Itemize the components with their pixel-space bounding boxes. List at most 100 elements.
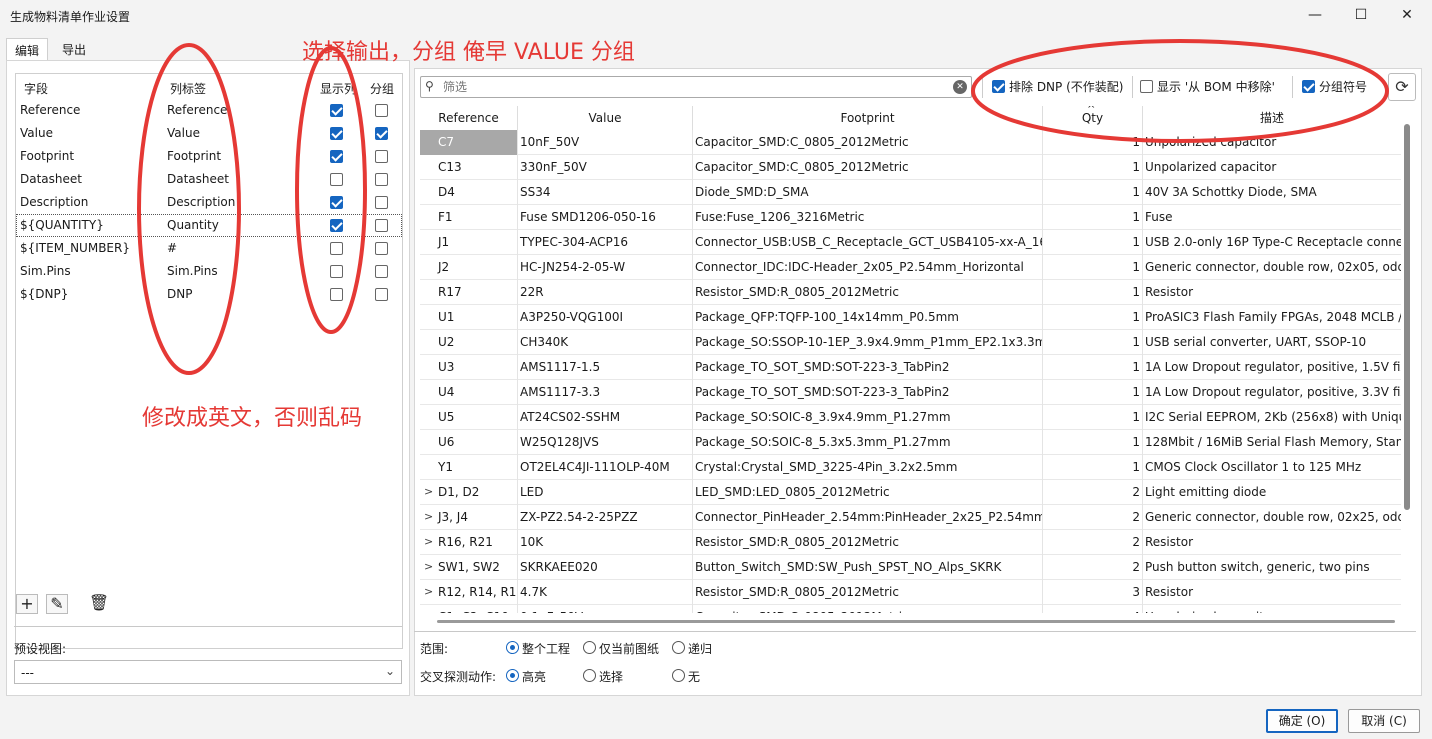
field-label[interactable]: Quantity xyxy=(167,218,219,232)
cancel-button[interactable]: 取消 (C) xyxy=(1348,709,1420,733)
col-reference[interactable]: Reference xyxy=(420,106,518,130)
cross-probe-none-label[interactable]: 无 xyxy=(688,668,700,685)
cell-footprint[interactable]: Package_SO:SOIC-8_5.3x5.3mm_P1.27mm xyxy=(693,430,1043,455)
show-column-checkbox[interactable] xyxy=(330,265,343,278)
field-row[interactable]: Sim.Pins Sim.Pins xyxy=(16,260,402,283)
group-by-checkbox[interactable] xyxy=(375,265,388,278)
cell-footprint[interactable]: Diode_SMD:D_SMA xyxy=(693,180,1043,205)
group-by-checkbox[interactable] xyxy=(375,196,388,209)
cell-reference[interactable]: > C1, C2, C10, C11 xyxy=(420,605,518,613)
header-show-column[interactable]: 显示列 xyxy=(320,80,356,97)
cell-footprint[interactable]: Package_SO:SOIC-8_3.9x4.9mm_P1.27mm xyxy=(693,405,1043,430)
scope-current-sheet-radio[interactable] xyxy=(583,641,596,654)
scope-recursive-label[interactable]: 递归 xyxy=(688,640,712,657)
tab-edit[interactable]: 编辑 xyxy=(6,38,49,61)
cell-description[interactable]: Unpolarized capacitor xyxy=(1143,155,1401,180)
cell-reference[interactable]: U6 xyxy=(420,430,518,455)
field-label[interactable]: # xyxy=(167,241,177,255)
cell-description[interactable]: Unpolarized capacitor xyxy=(1143,605,1401,613)
table-row[interactable]: > R12, R14, R15 4.7K Resistor_SMD:R_0805_20… xyxy=(420,580,1401,605)
show-column-checkbox[interactable] xyxy=(330,219,343,232)
table-row[interactable]: D4 SS34 Diode_SMD:D_SMA 1 40V 3A Schottky Di… xyxy=(420,180,1401,205)
table-row[interactable]: > SW1, SW2 SKRKAEE020 Button_Switch_SMD:SW_… xyxy=(420,555,1401,580)
col-qty[interactable]: ^ Qty xyxy=(1043,106,1143,130)
ok-button[interactable]: 确定 (O) xyxy=(1266,709,1338,733)
group-symbols-option[interactable]: 分组符号 xyxy=(1302,78,1367,95)
cell-qty[interactable]: 2 xyxy=(1043,480,1143,505)
cell-value[interactable]: 330nF_50V xyxy=(518,155,693,180)
cell-footprint[interactable]: Connector_PinHeader_2.54mm:PinHeader_2x2… xyxy=(693,505,1043,530)
show-column-checkbox[interactable] xyxy=(330,288,343,301)
delete-icon[interactable]: 🗑 xyxy=(88,594,110,614)
cell-footprint[interactable]: Capacitor_SMD:C_0805_2012Metric xyxy=(693,155,1043,180)
field-label[interactable]: Datasheet xyxy=(167,172,229,186)
cell-footprint[interactable]: Package_QFP:TQFP-100_14x14mm_P0.5mm xyxy=(693,305,1043,330)
cell-description[interactable]: Light emitting diode xyxy=(1143,480,1401,505)
expand-icon[interactable]: > xyxy=(424,580,433,604)
cell-footprint[interactable]: Capacitor_SMD:C_0805_2012Metric xyxy=(693,605,1043,613)
cell-reference[interactable]: C13 xyxy=(420,155,518,180)
cell-reference[interactable]: J2 xyxy=(420,255,518,280)
expand-icon[interactable]: > xyxy=(424,480,433,504)
field-row[interactable]: Reference Reference xyxy=(16,99,402,122)
cell-reference[interactable]: F1 xyxy=(420,205,518,230)
cell-qty[interactable]: 2 xyxy=(1043,555,1143,580)
cell-value[interactable]: 4.7K xyxy=(518,580,693,605)
cell-footprint[interactable]: LED_SMD:LED_0805_2012Metric xyxy=(693,480,1043,505)
cell-reference[interactable]: J1 xyxy=(420,230,518,255)
cell-description[interactable]: ProASIC3 Flash Family FPGAs, 2048 MCLB /… xyxy=(1143,305,1401,330)
cross-probe-select-label[interactable]: 选择 xyxy=(599,668,623,685)
col-value[interactable]: Value xyxy=(518,106,693,130)
expand-icon[interactable]: > xyxy=(424,530,433,554)
field-label[interactable]: Sim.Pins xyxy=(167,264,218,278)
cell-description[interactable]: USB serial converter, UART, SSOP-10 xyxy=(1143,330,1401,355)
cross-probe-highlight-radio[interactable] xyxy=(506,669,519,682)
cell-value[interactable]: ZX-PZ2.54-2-25PZZ xyxy=(518,505,693,530)
show-removed-checkbox[interactable] xyxy=(1140,80,1153,93)
cell-qty[interactable]: 2 xyxy=(1043,530,1143,555)
show-column-checkbox[interactable] xyxy=(330,196,343,209)
cell-footprint[interactable]: Resistor_SMD:R_0805_2012Metric xyxy=(693,280,1043,305)
cell-qty[interactable]: 1 xyxy=(1043,355,1143,380)
cell-value[interactable]: AT24CS02-SSHM xyxy=(518,405,693,430)
table-row[interactable]: > C1, C2, C10, C110.1uF_50V Capacitor_SMD:… xyxy=(420,605,1401,613)
cell-qty[interactable]: 1 xyxy=(1043,305,1143,330)
cell-footprint[interactable]: Crystal:Crystal_SMD_3225-4Pin_3.2x2.5mm xyxy=(693,455,1043,480)
show-column-checkbox[interactable] xyxy=(330,242,343,255)
field-row[interactable]: Value Value xyxy=(16,122,402,145)
cell-footprint[interactable]: Capacitor_SMD:C_0805_2012Metric xyxy=(693,130,1043,155)
cell-value[interactable]: SKRKAEE020 xyxy=(518,555,693,580)
cell-reference[interactable]: U2 xyxy=(420,330,518,355)
cell-qty[interactable]: 1 xyxy=(1043,330,1143,355)
cross-probe-select-radio[interactable] xyxy=(583,669,596,682)
cell-qty[interactable]: 1 xyxy=(1043,280,1143,305)
cell-reference[interactable]: Y1 xyxy=(420,455,518,480)
cell-value[interactable]: LED xyxy=(518,480,693,505)
group-by-checkbox[interactable] xyxy=(375,219,388,232)
group-by-checkbox[interactable] xyxy=(375,127,388,140)
group-symbols-checkbox[interactable] xyxy=(1302,80,1315,93)
table-row[interactable]: J2 HC-JN254-2-05-W Connector_IDC:IDC-Heade… xyxy=(420,255,1401,280)
scope-whole-project-radio[interactable] xyxy=(506,641,519,654)
field-row[interactable]: ${DNP} DNP xyxy=(16,283,402,306)
exclude-dnp-checkbox[interactable] xyxy=(992,80,1005,93)
cell-qty[interactable]: 1 xyxy=(1043,205,1143,230)
cell-qty[interactable]: 1 xyxy=(1043,230,1143,255)
cell-value[interactable]: AMS1117-3.3 xyxy=(518,380,693,405)
header-group[interactable]: 分组 xyxy=(370,80,394,97)
exclude-dnp-option[interactable]: 排除 DNP (不作装配) xyxy=(992,78,1123,95)
search-box[interactable]: ⚲ ✕ xyxy=(420,76,972,98)
group-by-checkbox[interactable] xyxy=(375,288,388,301)
cell-description[interactable]: 1A Low Dropout regulator, positive, 3.3V… xyxy=(1143,380,1401,405)
cell-qty[interactable]: 4 xyxy=(1043,605,1143,613)
field-row[interactable]: Datasheet Datasheet xyxy=(16,168,402,191)
search-input[interactable] xyxy=(443,79,943,95)
cell-description[interactable]: Generic connector, double row, 02x05, od… xyxy=(1143,255,1401,280)
header-field[interactable]: 字段 xyxy=(24,80,48,97)
cell-reference[interactable]: > D1, D2 xyxy=(420,480,518,505)
cell-description[interactable]: USB 2.0-only 16P Type-C Receptacle conne… xyxy=(1143,230,1401,255)
cell-footprint[interactable]: Connector_USB:USB_C_Receptacle_GCT_USB41… xyxy=(693,230,1043,255)
table-row[interactable]: > J3, J4 ZX-PZ2.54-2-25PZZ Connector_PinHea… xyxy=(420,505,1401,530)
cell-footprint[interactable]: Package_TO_SOT_SMD:SOT-223-3_TabPin2 xyxy=(693,380,1043,405)
field-label[interactable]: Value xyxy=(167,126,200,140)
